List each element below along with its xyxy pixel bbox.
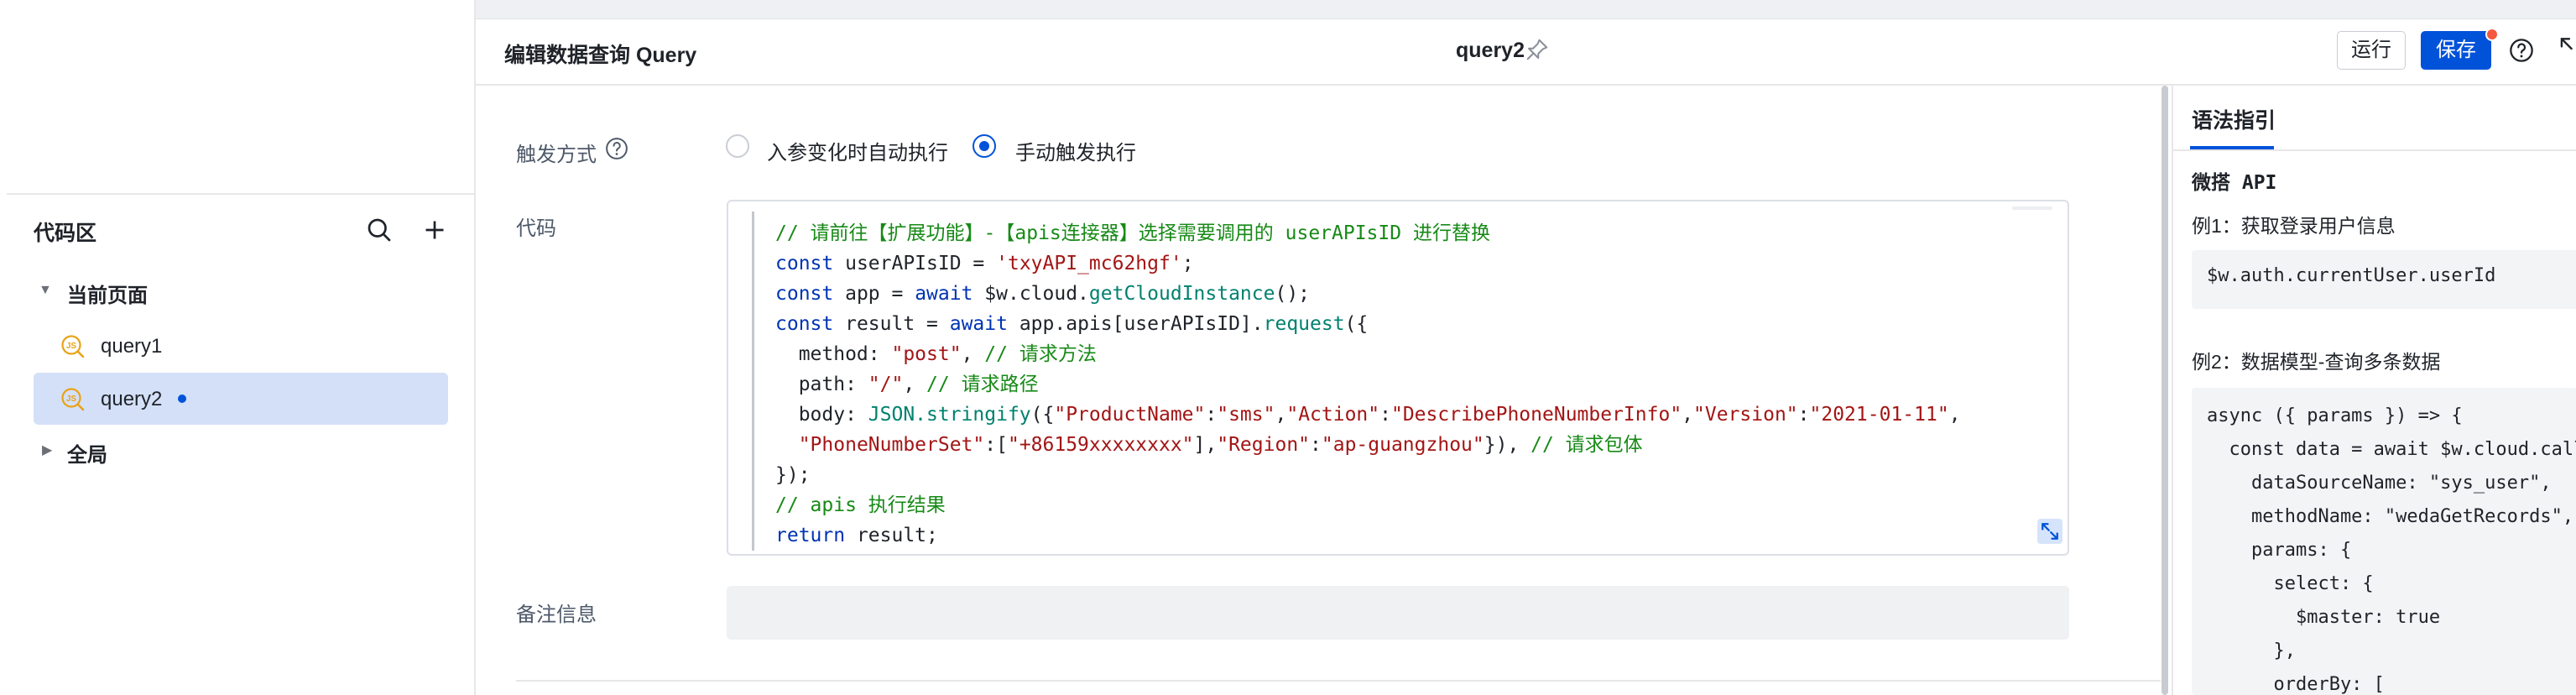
top-strip xyxy=(476,0,2576,19)
form-divider xyxy=(516,680,2161,682)
code-line[interactable]: }); xyxy=(775,460,1961,490)
code-line[interactable]: const app = await $w.cloud.getCloudInsta… xyxy=(775,279,1961,309)
radio-manual-execute[interactable] xyxy=(973,134,996,158)
guide-example-title: 例2：数据模型-查询多条数据 xyxy=(2192,351,2441,373)
run-button[interactable]: 运行 xyxy=(2337,31,2406,70)
query-name[interactable]: query2 xyxy=(1456,39,1525,63)
editor-header: 编辑数据查询 Query query2 运行 保存 xyxy=(476,18,2576,86)
radio-manual-execute-label[interactable]: 手动触发执行 xyxy=(1015,136,1136,165)
left-panel-divider xyxy=(7,193,474,195)
expand-icon[interactable] xyxy=(2037,519,2062,544)
remark-input[interactable] xyxy=(727,586,2069,640)
code-line-offscreen xyxy=(775,201,1961,218)
guide-section-title: 微搭 API xyxy=(2192,172,2277,194)
tree-node-global[interactable]: 全局 xyxy=(67,438,107,468)
unsaved-badge xyxy=(2485,28,2499,41)
code-area-title: 代码区 xyxy=(34,222,97,245)
tree-item-label: query2 xyxy=(101,388,163,410)
help-icon[interactable] xyxy=(2508,37,2535,64)
code-line[interactable]: // apis 执行结果 xyxy=(775,490,1961,520)
code-content[interactable]: // 请前往【扩展功能】-【apis连接器】选择需要调用的 userAPIsID… xyxy=(775,201,1961,551)
help-icon[interactable] xyxy=(604,136,629,161)
js-icon: JS xyxy=(61,388,85,411)
caret-right-icon[interactable]: ▶ xyxy=(42,442,52,458)
radio-auto-execute[interactable] xyxy=(726,134,749,158)
add-icon[interactable] xyxy=(420,215,450,245)
tree-item-query1[interactable]: JS query1 xyxy=(34,320,448,372)
code-label: 代码 xyxy=(516,217,556,240)
unsaved-dot xyxy=(178,395,186,403)
search-icon[interactable] xyxy=(364,215,394,245)
tree-node-current-page[interactable]: 当前页面 xyxy=(67,279,148,308)
code-editor[interactable]: // 请前往【扩展功能】-【apis连接器】选择需要调用的 userAPIsID… xyxy=(727,200,2069,556)
code-line[interactable]: body: JSON.stringify({"ProductName":"sms… xyxy=(775,400,1961,430)
code-line[interactable]: const result = await app.apis[userAPIsID… xyxy=(775,309,1961,339)
guide-example-code: async ({ params }) => { const data = awa… xyxy=(2192,388,2576,695)
save-button[interactable]: 保存 xyxy=(2421,31,2491,70)
code-scrollbar[interactable] xyxy=(2012,206,2052,210)
tree-item-label: query1 xyxy=(101,335,163,358)
svg-text:JS: JS xyxy=(66,342,77,351)
js-icon: JS xyxy=(61,335,85,358)
tabs-divider xyxy=(2173,149,2576,151)
tree-item-query2[interactable]: JS query2 xyxy=(34,373,448,425)
trigger-label: 触发方式 xyxy=(516,144,597,166)
pin-icon[interactable] xyxy=(1525,37,1550,62)
editor-title: 编辑数据查询 Query xyxy=(504,44,697,67)
tab-syntax-guide[interactable]: 语法指引 xyxy=(2192,104,2276,134)
code-line[interactable]: path: "/", // 请求路径 xyxy=(775,369,1961,400)
radio-auto-execute-label[interactable]: 入参变化时自动执行 xyxy=(767,136,948,165)
code-line[interactable]: "PhoneNumberSet":["+86159xxxxxxxx"],"Reg… xyxy=(775,430,1961,460)
code-line[interactable]: return result; xyxy=(775,520,1961,551)
code-indent-guide xyxy=(752,212,754,551)
code-line[interactable]: method: "post", // 请求方法 xyxy=(775,339,1961,369)
code-line[interactable]: // 请前往【扩展功能】-【apis连接器】选择需要调用的 userAPIsID… xyxy=(775,218,1961,248)
code-line[interactable]: const userAPIsID = 'txyAPI_mc62hgf'; xyxy=(775,248,1961,279)
fullscreen-icon[interactable] xyxy=(2558,35,2576,62)
guide-example-title: 例1：获取登录用户信息 xyxy=(2192,215,2396,237)
svg-text:JS: JS xyxy=(66,395,77,404)
remark-label: 备注信息 xyxy=(516,604,597,626)
caret-down-icon[interactable]: ▼ xyxy=(39,283,52,298)
syntax-guide-panel: 语法指引 微搭 API 例1：获取登录用户信息 $w.auth.currentU… xyxy=(2172,86,2576,695)
panel-scrollbar[interactable] xyxy=(2161,86,2168,695)
guide-example-code: $w.auth.currentUser.userId xyxy=(2192,250,2576,309)
